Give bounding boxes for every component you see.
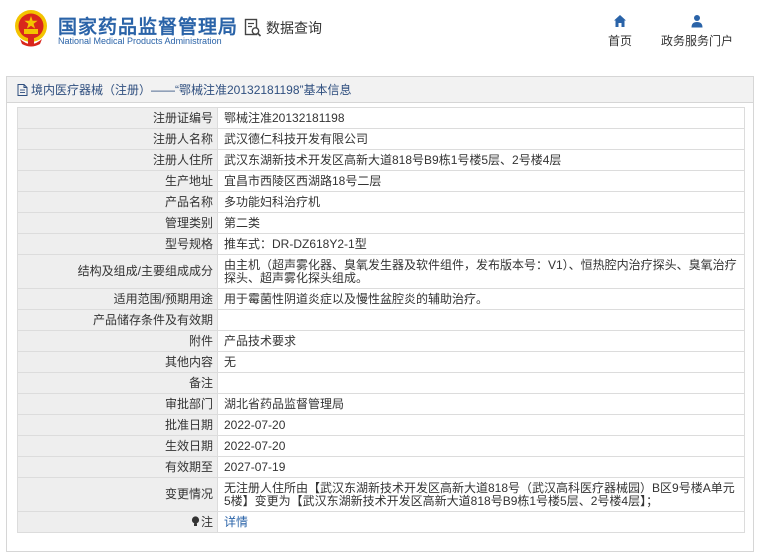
data-query-link[interactable]: 数据查询 bbox=[244, 18, 322, 38]
field-value: 多功能妇科治疗机 bbox=[217, 191, 745, 213]
home-icon bbox=[614, 15, 626, 27]
field-label: 产品储存条件及有效期 bbox=[17, 309, 218, 331]
field-label: 附件 bbox=[17, 330, 218, 352]
detail-table: 注册证编号 鄂械注准20132181198 注册人名称 武汉德仁科技开发有限公司… bbox=[17, 107, 745, 533]
table-row: 产品储存条件及有效期 bbox=[17, 309, 745, 331]
field-value: 湖北省药品监督管理局 bbox=[217, 393, 745, 415]
detail-panel: 境内医疗器械（注册）——“鄂械注准20132181198”基本信息 注册证编号 … bbox=[6, 76, 754, 552]
table-row: 结构及组成/主要组成成分 由主机（超声雾化器、臭氧发生器及软件组件，发布版本号：… bbox=[17, 254, 745, 289]
table-row: 生产地址 宜昌市西陵区西湖路18号二层 bbox=[17, 170, 745, 192]
table-row: 审批部门 湖北省药品监督管理局 bbox=[17, 393, 745, 415]
table-row: 型号规格 推车式：DR-DZ618Y2-1型 bbox=[17, 233, 745, 255]
nav-home-label: 首页 bbox=[607, 34, 632, 48]
table-row: 生效日期 2022-07-20 bbox=[17, 435, 745, 457]
note-label: 注 bbox=[200, 514, 213, 529]
table-row: 附件 产品技术要求 bbox=[17, 330, 745, 352]
field-label: 产品名称 bbox=[17, 191, 218, 213]
field-value: 鄂械注准20132181198 bbox=[217, 107, 745, 129]
note-value-cell: 详情 bbox=[217, 511, 745, 533]
document-icon bbox=[17, 83, 28, 96]
field-label: 生效日期 bbox=[17, 435, 218, 457]
national-emblem-icon bbox=[15, 10, 47, 47]
user-icon bbox=[691, 15, 703, 28]
field-label: 有效期至 bbox=[17, 456, 218, 478]
table-row: 注册人住所 武汉东湖新技术开发区高新大道818号B9栋1号楼5层、2号楼4层 bbox=[17, 149, 745, 171]
field-label: 备注 bbox=[17, 372, 218, 394]
table-row: 产品名称 多功能妇科治疗机 bbox=[17, 191, 745, 213]
table-row: 变更情况 无注册人住所由【武汉东湖新技术开发区高新大道818号（武汉高科医疗器械… bbox=[17, 477, 745, 512]
field-value: 2022-07-20 bbox=[217, 435, 745, 457]
site-header: 国家药品监督管理局 National Medical Products Admi… bbox=[0, 0, 760, 62]
note-label-cell: 注 bbox=[17, 511, 218, 533]
field-label: 注册证编号 bbox=[17, 107, 218, 129]
field-label: 变更情况 bbox=[17, 477, 218, 512]
brand-name-cn: 国家药品监督管理局 bbox=[58, 17, 239, 38]
field-value: 无 bbox=[217, 351, 745, 373]
field-value: 2027-07-19 bbox=[217, 456, 745, 478]
field-value bbox=[217, 309, 745, 331]
field-label: 其他内容 bbox=[17, 351, 218, 373]
field-label: 批准日期 bbox=[17, 414, 218, 436]
field-value: 第二类 bbox=[217, 212, 745, 234]
panel-title-bar: 境内医疗器械（注册）——“鄂械注准20132181198”基本信息 bbox=[7, 77, 753, 103]
field-label: 管理类别 bbox=[17, 212, 218, 234]
table-row: 有效期至 2027-07-19 bbox=[17, 456, 745, 478]
field-value: 推车式：DR-DZ618Y2-1型 bbox=[217, 233, 745, 255]
search-document-icon bbox=[244, 18, 262, 37]
field-value: 武汉德仁科技开发有限公司 bbox=[217, 128, 745, 150]
field-label: 审批部门 bbox=[17, 393, 218, 415]
field-label: 适用范围/预期用途 bbox=[17, 288, 218, 310]
nav-service-portal-label: 政务服务门户 bbox=[660, 34, 733, 48]
table-row: 注册人名称 武汉德仁科技开发有限公司 bbox=[17, 128, 745, 150]
table-row: 注册证编号 鄂械注准20132181198 bbox=[17, 107, 745, 129]
field-value: 产品技术要求 bbox=[217, 330, 745, 352]
field-value: 用于霉菌性阴道炎症以及慢性盆腔炎的辅助治疗。 bbox=[217, 288, 745, 310]
table-row-note: 注 详情 bbox=[17, 511, 745, 533]
table-row: 管理类别 第二类 bbox=[17, 212, 745, 234]
field-value: 无注册人住所由【武汉东湖新技术开发区高新大道818号（武汉高科医疗器械园）B区9… bbox=[217, 477, 745, 512]
nav-home[interactable]: 首页 bbox=[602, 14, 638, 49]
field-label: 注册人住所 bbox=[17, 149, 218, 171]
table-row: 适用范围/预期用途 用于霉菌性阴道炎症以及慢性盆腔炎的辅助治疗。 bbox=[17, 288, 745, 310]
table-row: 其他内容 无 bbox=[17, 351, 745, 373]
field-label: 结构及组成/主要组成成分 bbox=[17, 254, 218, 289]
lightbulb-icon bbox=[191, 515, 200, 526]
field-value: 2022-07-20 bbox=[217, 414, 745, 436]
panel-title: 境内医疗器械（注册）——“鄂械注准20132181198”基本信息 bbox=[31, 83, 352, 97]
details-link[interactable]: 详情 bbox=[224, 515, 248, 529]
field-label: 型号规格 bbox=[17, 233, 218, 255]
table-row: 备注 bbox=[17, 372, 745, 394]
field-value bbox=[217, 372, 745, 394]
table-row: 批准日期 2022-07-20 bbox=[17, 414, 745, 436]
field-value: 武汉东湖新技术开发区高新大道818号B9栋1号楼5层、2号楼4层 bbox=[217, 149, 745, 171]
field-label: 生产地址 bbox=[17, 170, 218, 192]
brand-name-en: National Medical Products Administration bbox=[58, 36, 222, 46]
data-query-label: 数据查询 bbox=[266, 20, 322, 36]
field-value: 宜昌市西陵区西湖路18号二层 bbox=[217, 170, 745, 192]
field-value: 由主机（超声雾化器、臭氧发生器及软件组件，发布版本号：V1）、恒热腔内治疗探头、… bbox=[217, 254, 745, 289]
field-label: 注册人名称 bbox=[17, 128, 218, 150]
nav-service-portal[interactable]: 政务服务门户 bbox=[654, 14, 740, 49]
